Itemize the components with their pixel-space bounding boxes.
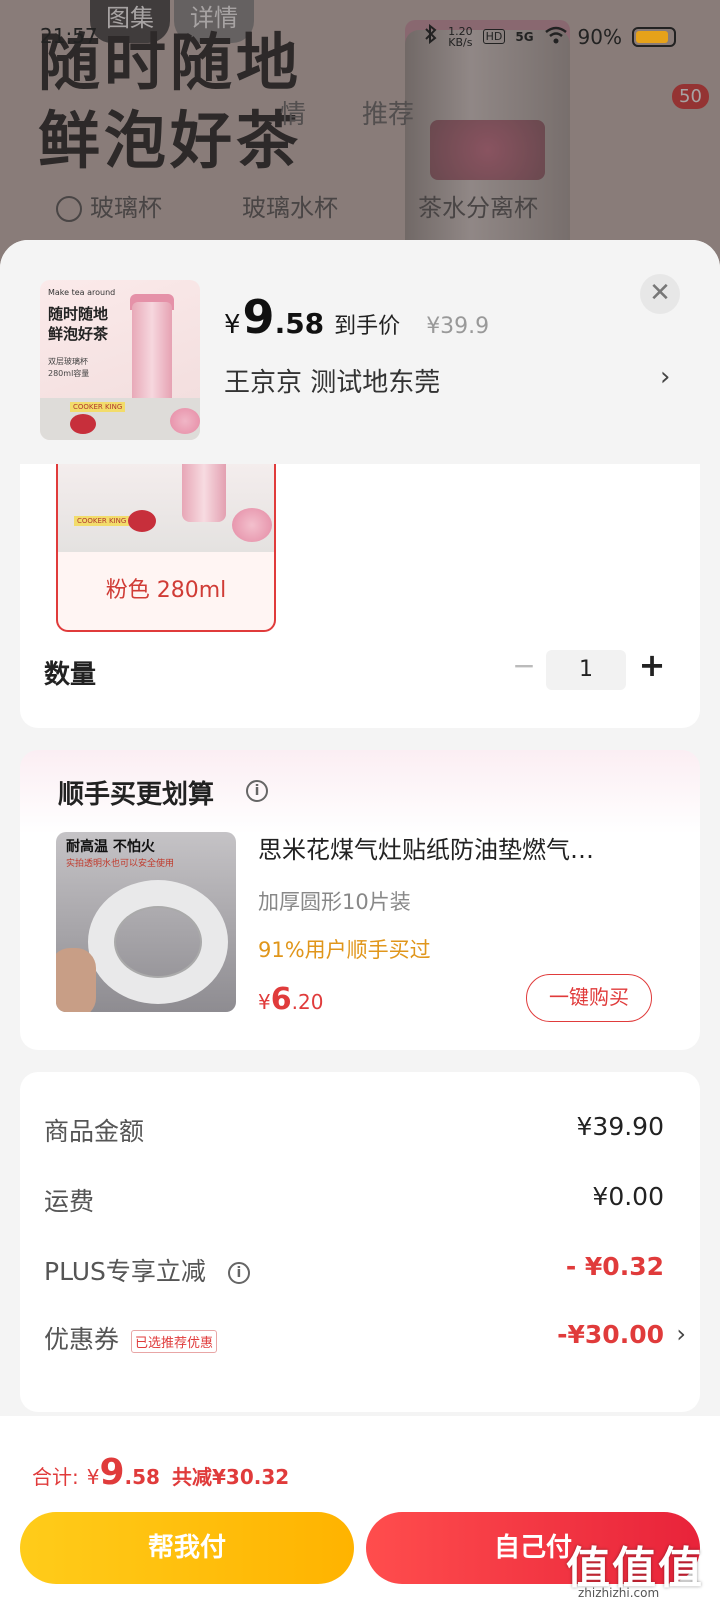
summary-label: 商品金额: [44, 1117, 145, 1146]
summary-label-group: 优惠券 已选推荐优惠: [44, 1320, 218, 1356]
info-icon[interactable]: i: [246, 780, 268, 802]
help-pay-button[interactable]: 帮我付: [20, 1512, 354, 1584]
quantity-plus-button[interactable]: +: [634, 646, 670, 686]
image-subcaption: 实拍透明水也可以安全使用: [66, 859, 175, 869]
price-integer: 9: [242, 290, 275, 344]
order-sheet: Make tea around 随时随地 鲜泡好茶 双层玻璃杯 280ml容量 …: [0, 240, 720, 1600]
price-symbol: ¥: [258, 990, 271, 1014]
quantity-input[interactable]: 1: [546, 650, 626, 690]
net-speed: 1.20 KB/s: [448, 26, 473, 48]
summary-value: - ¥0.32: [565, 1252, 664, 1281]
final-price: ¥ 9 .58 到手价 ¥39.9: [224, 290, 489, 344]
battery-icon: [632, 26, 676, 47]
summary-value: ¥39.90: [576, 1112, 664, 1141]
thumb-tag: Make tea around: [48, 288, 116, 297]
recommend-price: ¥ 6 .20: [258, 982, 323, 1017]
total-saved: 共减¥30.32: [171, 1465, 290, 1489]
spec-card: COOKER KING 粉色 280ml 数量 − 1 +: [20, 464, 700, 728]
thumb-bullet: 280ml容量: [48, 369, 90, 378]
spec-option-selected[interactable]: COOKER KING 粉色 280ml: [56, 464, 276, 632]
thumb-bullets: 双层玻璃杯 280ml容量: [48, 356, 89, 380]
summary-card: 商品金额 ¥39.90 运费 ¥0.00 PLUS专享立减 i - ¥0.32 …: [20, 1072, 700, 1412]
price-decimal: .20: [291, 990, 324, 1014]
price-symbol: ¥: [86, 1465, 100, 1489]
price-integer: 6: [270, 982, 292, 1017]
summary-row-coupon[interactable]: 优惠券 已选推荐优惠 -¥30.00 ›: [44, 1320, 686, 1360]
price-symbol: ¥: [224, 310, 241, 340]
battery-percent: 90%: [577, 24, 622, 49]
summary-label: 优惠券: [44, 1325, 120, 1354]
chevron-right-icon[interactable]: ›: [660, 362, 670, 392]
thumb-title-line-1: 随时随地: [48, 305, 109, 323]
recommend-bought-rate: 91%用户顺手买过: [258, 938, 431, 962]
summary-row-shipping: 运费 ¥0.00: [44, 1182, 664, 1222]
total-label: 合计:: [32, 1465, 79, 1489]
product-thumbnail: Make tea around 随时随地 鲜泡好茶 双层玻璃杯 280ml容量 …: [40, 280, 200, 440]
chevron-right-icon[interactable]: ›: [676, 1320, 686, 1348]
recommend-title: 顺手买更划算: [58, 780, 215, 810]
strawberry-image: [70, 414, 96, 434]
coupon-tag: 已选推荐优惠: [131, 1329, 218, 1353]
hd-icon: HD: [482, 29, 506, 44]
checkout-bar: 合计: ¥ 9 .58 共减¥30.32 帮我付 自己付 值值值 zhizhiz…: [0, 1416, 720, 1600]
thumb-bullet: 双层玻璃杯: [48, 357, 88, 366]
recommend-product-spec: 加厚圆形10片装: [258, 890, 411, 914]
net-speed-unit: KB/s: [448, 35, 473, 49]
net-speed-value: 1.20: [448, 24, 473, 38]
status-icons: 1.20 KB/s HD 5G 90%: [424, 23, 676, 49]
close-button[interactable]: ✕: [640, 274, 680, 314]
price-integer: 9: [99, 1452, 125, 1493]
price-decimal: .58: [124, 1465, 160, 1489]
summary-value: ¥0.00: [592, 1182, 664, 1211]
sheet-header: Make tea around 随时随地 鲜泡好茶 双层玻璃杯 280ml容量 …: [0, 240, 720, 464]
watermark-url: zhizhizhi.com: [578, 1586, 660, 1600]
thumb-title: 随时随地 鲜泡好茶: [48, 304, 108, 344]
total-price: 合计: ¥ 9 .58 共减¥30.32: [32, 1452, 289, 1493]
one-click-buy-button[interactable]: 一键购买: [526, 974, 652, 1022]
price-label: 到手价: [334, 314, 401, 339]
strawberry-image: [128, 510, 156, 532]
bottle-image: [182, 464, 226, 522]
summary-row-plus: PLUS专享立减 i - ¥0.32: [44, 1252, 664, 1292]
recommend-product-name[interactable]: 思米花煤气灶贴纸防油垫燃气…: [258, 830, 648, 865]
recommend-card: 顺手买更划算 i 耐高温 不怕火 实拍透明水也可以安全使用 思米花煤气灶贴纸防油…: [20, 750, 700, 1050]
summary-value: -¥30.00: [557, 1320, 664, 1349]
hand-image: [56, 948, 96, 1012]
wifi-icon: [544, 25, 568, 49]
image-caption: 耐高温 不怕火: [66, 839, 155, 855]
status-bar: 21:57 1.20 KB/s HD 5G 90%: [0, 22, 720, 56]
spec-label: 粉色 280ml: [105, 578, 227, 603]
thumb-brand: COOKER KING: [70, 402, 126, 412]
summary-label-group: PLUS专享立减 i: [44, 1252, 250, 1288]
recommend-product-image[interactable]: 耐高温 不怕火 实拍透明水也可以安全使用: [56, 832, 236, 1012]
spec-brand: COOKER KING: [74, 516, 130, 526]
foil-ring-image: [88, 880, 228, 1004]
price-decimal: .58: [274, 307, 325, 340]
quantity-label: 数量: [44, 660, 97, 690]
address-selector[interactable]: 王京京 测试地东莞: [224, 362, 440, 399]
original-price: ¥39.9: [426, 314, 490, 339]
summary-label: PLUS专享立减: [44, 1257, 206, 1286]
quantity-minus-button[interactable]: −: [506, 650, 542, 684]
summary-row-goods: 商品金额 ¥39.90: [44, 1112, 664, 1152]
summary-label: 运费: [44, 1187, 95, 1216]
status-time: 21:57: [40, 24, 98, 48]
flower-image: [232, 508, 272, 542]
info-icon[interactable]: i: [227, 1262, 250, 1284]
signal-5g-icon: 5G: [515, 29, 534, 44]
bluetooth-icon: [424, 23, 438, 49]
thumb-title-line-2: 鲜泡好茶: [48, 325, 109, 343]
battery-fill: [636, 30, 668, 43]
flower-image: [170, 408, 200, 434]
